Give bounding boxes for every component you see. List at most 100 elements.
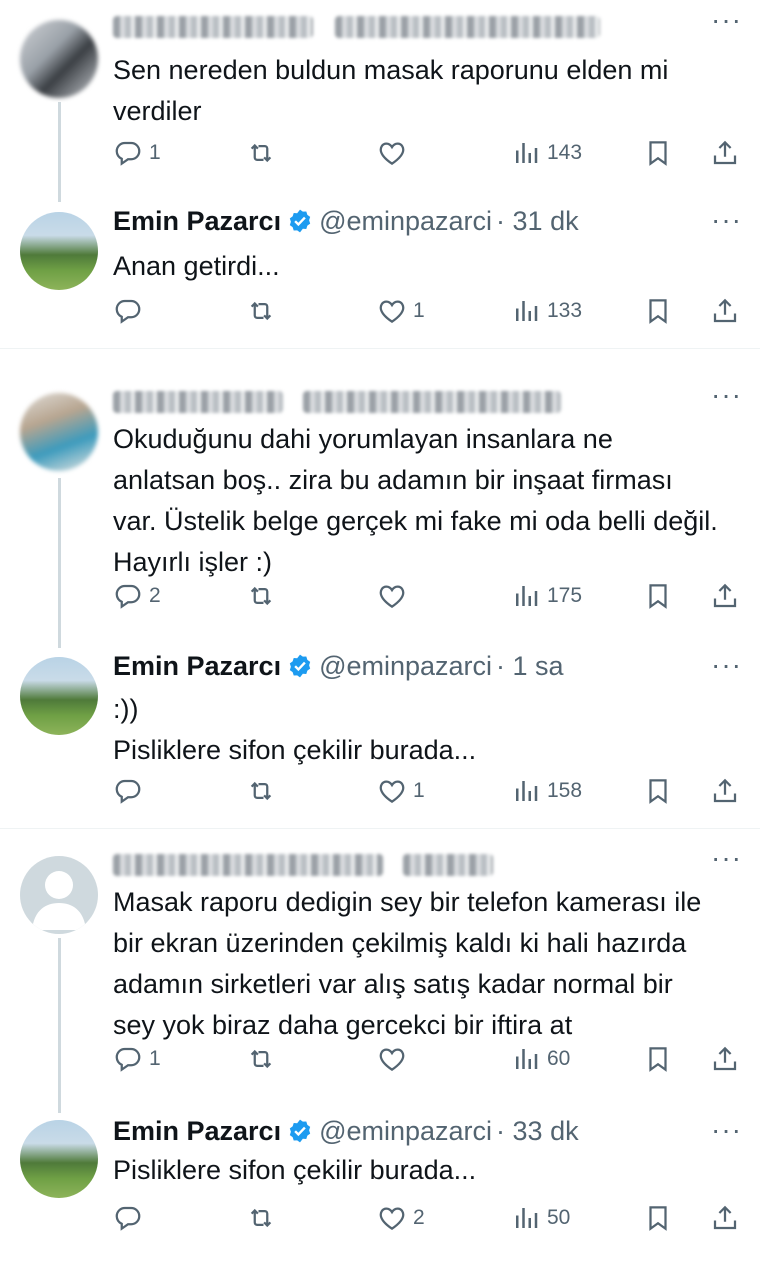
views-button[interactable]: 143 — [511, 135, 582, 171]
avatar[interactable] — [20, 393, 98, 471]
divider — [0, 348, 760, 349]
like-count: 1 — [413, 779, 425, 802]
retweet-icon — [246, 1203, 276, 1233]
author-name[interactable]: Emin Pazarcı — [113, 206, 281, 236]
reply-count: 1 — [149, 141, 161, 164]
bookmark-button[interactable] — [643, 1200, 673, 1236]
share-button[interactable] — [710, 1041, 740, 1077]
retweet-button[interactable] — [246, 293, 276, 329]
more-icon[interactable]: ··· — [711, 381, 742, 409]
bookmark-icon — [643, 296, 673, 326]
views-icon — [511, 1203, 541, 1233]
reply-button[interactable]: 1 — [113, 135, 161, 171]
more-icon[interactable]: ··· — [711, 844, 742, 872]
bookmark-button[interactable] — [643, 135, 673, 171]
share-button[interactable] — [710, 135, 740, 171]
views-button[interactable]: 133 — [511, 293, 582, 329]
retweet-button[interactable] — [246, 1041, 276, 1077]
like-icon — [377, 581, 407, 611]
reply-button[interactable] — [113, 293, 143, 329]
tweet[interactable]: ··· Masak raporu dedigin sey bir telefon… — [0, 838, 760, 1098]
retweet-button[interactable] — [246, 578, 276, 614]
share-button[interactable] — [710, 773, 740, 809]
bookmark-button[interactable] — [643, 773, 673, 809]
author-name[interactable]: Emin Pazarcı — [113, 651, 281, 681]
share-button[interactable] — [710, 293, 740, 329]
tweet-text: Okuduğunu dahi yorumlayan insanlara ne an… — [113, 424, 718, 577]
views-count: 175 — [547, 584, 583, 607]
blurred-user-name — [113, 391, 283, 413]
retweet-button[interactable] — [246, 773, 276, 809]
bookmark-icon — [643, 581, 673, 611]
reply-icon — [113, 296, 143, 326]
avatar[interactable] — [20, 212, 98, 290]
author-handle[interactable]: @eminpazarci — [319, 651, 492, 681]
more-icon[interactable]: ··· — [711, 651, 742, 679]
share-button[interactable] — [710, 1200, 740, 1236]
tweet-time[interactable]: · 31 dk — [496, 206, 579, 236]
tweet-actions: 2 50 — [113, 1200, 742, 1236]
more-icon[interactable]: ··· — [711, 6, 742, 34]
like-button[interactable]: 1 — [377, 293, 425, 329]
tweet[interactable]: Emin Pazarcı @eminpazarci · 1 sa ··· :)) Pi… — [0, 645, 760, 825]
reply-button[interactable] — [113, 773, 143, 809]
more-icon[interactable]: ··· — [711, 1116, 742, 1144]
like-button[interactable]: 1 — [377, 773, 425, 809]
views-icon — [511, 581, 541, 611]
tweet-time[interactable]: · 1 sa — [496, 651, 564, 681]
views-count: 158 — [547, 779, 583, 802]
tweet-actions: 2 175 — [113, 578, 742, 614]
tweet[interactable]: Emin Pazarcı @eminpazarci · 33 dk ··· Pisl… — [0, 1110, 760, 1280]
verified-icon — [287, 208, 313, 241]
views-count: 143 — [547, 141, 583, 164]
reply-icon — [113, 581, 143, 611]
bookmark-button[interactable] — [643, 1041, 673, 1077]
tweet[interactable]: ··· Sen nereden buldun masak raporunu el… — [0, 0, 760, 190]
avatar[interactable] — [20, 657, 98, 735]
views-button[interactable]: 50 — [511, 1200, 570, 1236]
avatar[interactable] — [20, 1120, 98, 1198]
tweet-actions: 1 60 — [113, 1041, 742, 1077]
tweet-actions: 1 133 — [113, 293, 742, 329]
like-icon — [377, 776, 407, 806]
tweet-time[interactable]: · 33 dk — [496, 1116, 579, 1146]
reply-button[interactable]: 1 — [113, 1041, 161, 1077]
views-icon — [511, 1044, 541, 1074]
views-button[interactable]: 158 — [511, 773, 582, 809]
retweet-icon — [246, 296, 276, 326]
retweet-icon — [246, 581, 276, 611]
author-handle[interactable]: @eminpazarci — [319, 1116, 492, 1146]
author-name[interactable]: Emin Pazarcı — [113, 1116, 281, 1146]
reply-icon — [113, 1044, 143, 1074]
bookmark-button[interactable] — [643, 578, 673, 614]
author-handle[interactable]: @eminpazarci — [319, 206, 492, 236]
views-count: 60 — [547, 1047, 571, 1070]
reply-button[interactable] — [113, 1200, 143, 1236]
views-icon — [511, 138, 541, 168]
tweet-header — [113, 844, 740, 884]
views-button[interactable]: 175 — [511, 578, 582, 614]
like-button[interactable]: 2 — [377, 1200, 425, 1236]
avatar[interactable] — [20, 856, 98, 934]
more-icon[interactable]: ··· — [711, 206, 742, 234]
like-count: 1 — [413, 299, 425, 322]
default-avatar-icon — [32, 871, 86, 930]
reply-count: 2 — [149, 584, 161, 607]
bookmark-button[interactable] — [643, 293, 673, 329]
blurred-user-handle — [302, 391, 561, 413]
tweet-text: :)) Pisliklere sifon çekilir burada... — [113, 694, 477, 765]
like-button[interactable] — [377, 135, 407, 171]
tweet[interactable]: ··· Okuduğunu dahi yorumlayan insanlara … — [0, 375, 760, 645]
views-button[interactable]: 60 — [511, 1041, 570, 1077]
like-button[interactable] — [377, 578, 407, 614]
avatar[interactable] — [20, 20, 98, 98]
retweet-button[interactable] — [246, 135, 276, 171]
verified-icon — [287, 653, 313, 686]
like-button[interactable] — [377, 1041, 407, 1077]
tweet-actions: 1 158 — [113, 773, 742, 809]
views-icon — [511, 296, 541, 326]
retweet-button[interactable] — [246, 1200, 276, 1236]
reply-button[interactable]: 2 — [113, 578, 161, 614]
share-button[interactable] — [710, 578, 740, 614]
tweet[interactable]: Emin Pazarcı @eminpazarci · 31 dk ··· Anan… — [0, 200, 760, 348]
